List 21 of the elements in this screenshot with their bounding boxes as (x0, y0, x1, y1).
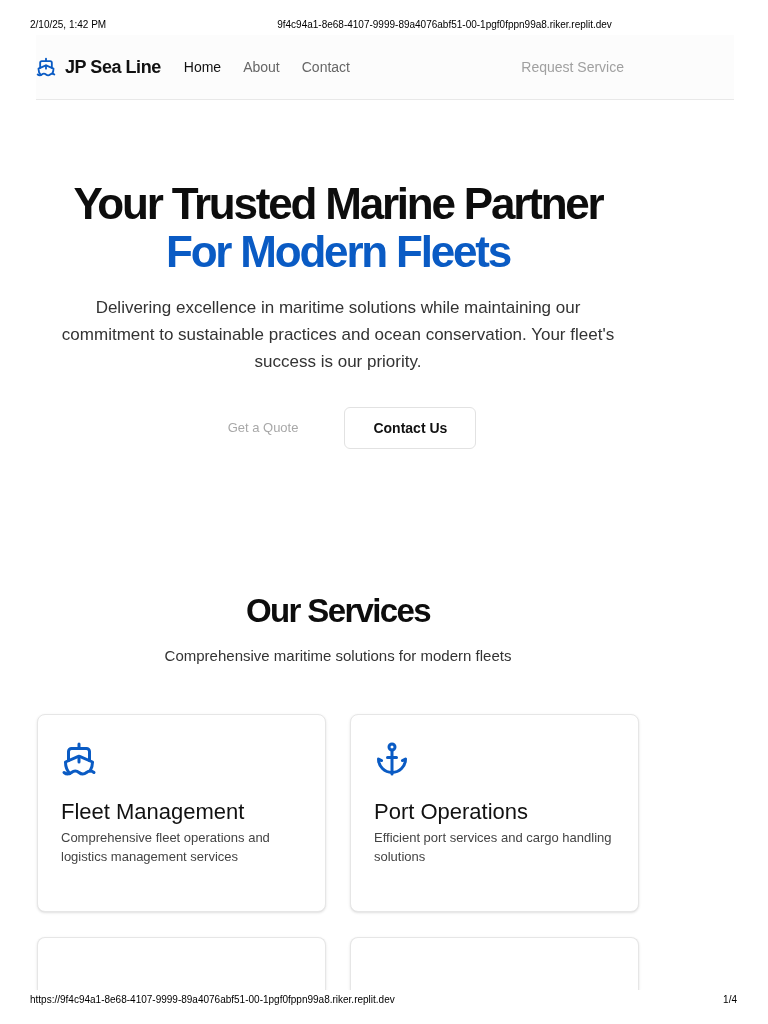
nav-link[interactable]: Home (183, 56, 222, 78)
print-page-url: https://9f4c94a1-8e68-4107-9999-89a4076abf51-00-1pgf0fppn99a8.riker.replit.dev (30, 994, 395, 1007)
hero-title: Your Trusted Marine Partner (73, 180, 603, 228)
service-title: Fleet Management (61, 798, 245, 826)
nav-link[interactable]: Contact (301, 56, 350, 78)
service-title: Port Operations (374, 798, 529, 826)
hero-description: Delivering excellence in maritime solutions while maintaining our commitment to sustainable practices and ocean conservation. Your fleet's success is our priority. (60, 297, 616, 373)
ship-icon (36, 57, 56, 77)
ship-icon (61, 741, 97, 777)
print-page-url: 9f4c94a1-8e68-4107-9999-89a4076abf51-00-1pgf0fppn99a8.riker.replit.dev (277, 19, 612, 32)
services-heading: Our Services (246, 591, 430, 631)
service-description: Comprehensive fleet operations and logistics management services (61, 829, 271, 866)
anchor-icon (374, 741, 410, 777)
services-subtitle: Comprehensive maritime solutions for modern fleets (164, 646, 512, 666)
page-number: 1/4 (723, 994, 737, 1007)
print-date: 2/10/25, 1:42 PM (30, 19, 107, 32)
nav-link[interactable]: About (243, 56, 280, 78)
service-description: Efficient port services and cargo handling solutions (374, 829, 613, 866)
hero-title-highlight: For Modern Fleets (166, 228, 510, 276)
brand-name[interactable]: JP Sea Line (65, 53, 161, 81)
contact-button[interactable]: Contact Us (344, 407, 477, 449)
